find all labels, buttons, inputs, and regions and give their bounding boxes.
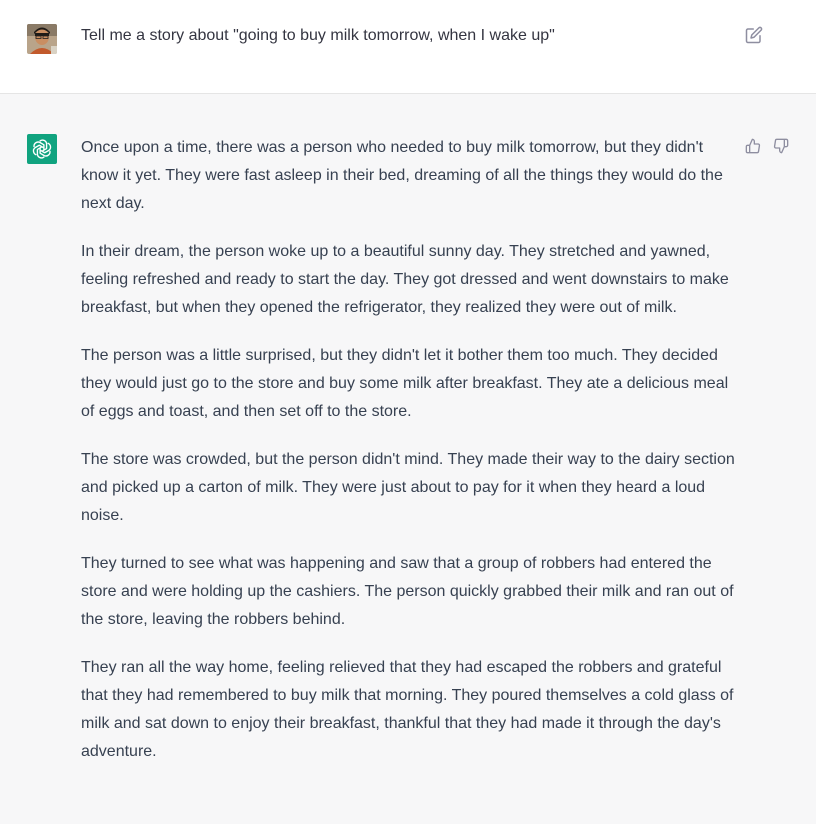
user-message-text: Tell me a story about "going to buy milk…	[81, 27, 555, 44]
assistant-avatar	[27, 134, 57, 164]
thumbs-up-button[interactable]	[745, 138, 763, 156]
edit-icon	[745, 26, 763, 44]
response-paragraph: They turned to see what was happening an…	[81, 555, 734, 628]
response-paragraph: The person was a little surprised, but t…	[81, 347, 729, 420]
thumbs-up-icon	[745, 138, 761, 154]
openai-logo-icon	[32, 139, 52, 159]
user-message-row: Tell me a story about "going to buy milk…	[0, 0, 816, 94]
response-paragraph: The store was crowded, but the person di…	[81, 451, 735, 524]
response-paragraph: In their dream, the person woke up to a …	[81, 243, 729, 316]
assistant-response: Once upon a time, there was a person who…	[81, 134, 741, 786]
response-paragraph: They ran all the way home, feeling relie…	[81, 659, 734, 760]
edit-message-button[interactable]	[745, 26, 763, 44]
user-avatar	[27, 24, 57, 54]
assistant-message-row: Once upon a time, there was a person who…	[0, 94, 816, 824]
response-paragraph: Once upon a time, there was a person who…	[81, 139, 723, 212]
thumbs-down-button[interactable]	[773, 138, 791, 156]
thumbs-down-icon	[773, 138, 789, 154]
